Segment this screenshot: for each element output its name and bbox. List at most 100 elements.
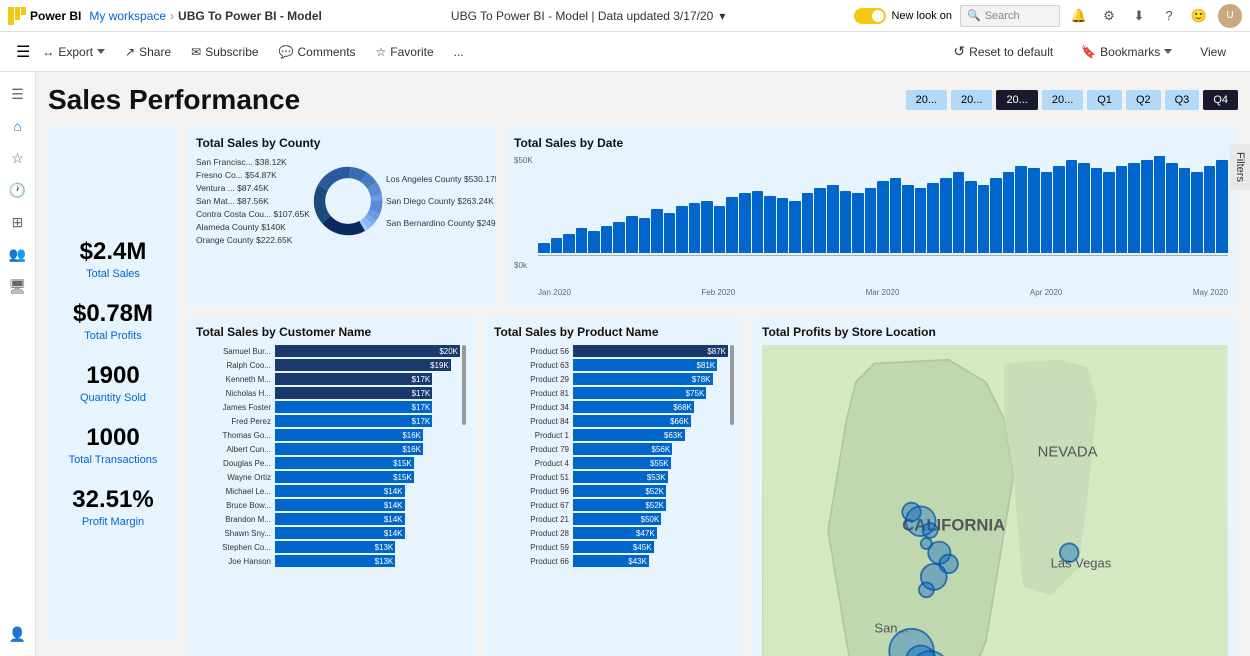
action-bar: ☰ ↔ Export ↗ Share ✉ Subscribe 💬 Comment… [0, 32, 1250, 72]
kpi-total-transactions: 1000 Total Transactions [60, 424, 166, 466]
hamburger-icon[interactable]: ☰ [16, 42, 30, 62]
app-name: Power BI [30, 9, 81, 23]
kpi-profit-margin: 32.51% Profit Margin [60, 486, 166, 528]
donut-labels-left: San Francisc... $38.12K Fresno Co... $54… [196, 157, 310, 245]
scrollbar[interactable] [462, 345, 466, 425]
view-button[interactable]: View [1192, 41, 1234, 63]
comments-button[interactable]: 💬 Comments [271, 41, 364, 63]
toggle-pill[interactable] [854, 8, 886, 24]
date-bar [551, 238, 563, 253]
sidebar-item-apps[interactable]: ⊞ [4, 208, 32, 236]
sidebar-item-menu[interactable]: ☰ [4, 80, 32, 108]
bookmark-icon: 🔖 [1081, 45, 1096, 59]
sidebar-item-shared[interactable]: 👥 [4, 240, 32, 268]
table-row: Product 56$87K [494, 345, 728, 357]
kpi-profit-margin-value: 32.51% [60, 486, 166, 514]
svg-text:Las Vegas: Las Vegas [1051, 556, 1112, 571]
donut-svg [310, 156, 386, 246]
view-label: View [1200, 45, 1226, 59]
table-row: Wayne Ortiz$15K [196, 471, 460, 483]
table-row: Product 1$63K [494, 429, 728, 441]
subscribe-label: Subscribe [205, 45, 258, 59]
feedback-icon[interactable]: 🙂 [1188, 5, 1210, 27]
kpi-quantity-sold: 1900 Quantity Sold [60, 362, 166, 404]
report-link[interactable]: UBG To Power BI - Model [178, 9, 322, 23]
table-row: Product 28$47K [494, 527, 728, 539]
table-row: Product 66$43K [494, 555, 728, 567]
sidebar-item-recent[interactable]: 🕐 [4, 176, 32, 204]
favorite-button[interactable]: ☆ Favorite [368, 41, 442, 63]
quarter-pill-q3[interactable]: Q3 [1165, 90, 1200, 110]
share-button[interactable]: ↗ Share [117, 41, 179, 63]
top-right-actions: New look on 🔍 Search 🔔 ⚙ ⬇ ? 🙂 U [854, 4, 1242, 28]
bookmarks-button[interactable]: 🔖 Bookmarks [1073, 41, 1180, 63]
workspace-link[interactable]: My workspace [89, 9, 166, 23]
table-row: Product 59$45K [494, 541, 728, 553]
date-bar [639, 218, 651, 253]
date-bar [1128, 163, 1140, 253]
county-sales-title: Total Sales by County [196, 136, 486, 150]
table-row: Michael Le...$14K [196, 485, 460, 497]
more-label: ... [454, 45, 464, 59]
hamburger-menu[interactable]: ☰ [16, 42, 30, 62]
filters-tab[interactable]: Filters [1230, 144, 1250, 190]
quarter-pill-q4[interactable]: Q4 [1203, 90, 1238, 110]
table-row: Product 84$66K [494, 415, 728, 427]
dashboard-title: Sales Performance [48, 84, 300, 116]
search-box[interactable]: 🔍 Search [960, 5, 1060, 27]
subscribe-button[interactable]: ✉ Subscribe [183, 41, 266, 63]
date-bar [613, 222, 625, 253]
kpi-column: $2.4M Total Sales $0.78M Total Profits 1… [48, 126, 178, 640]
date-sales-chart: Total Sales by Date $50K $0k Jan 2020 Fe… [504, 126, 1238, 307]
date-bar [601, 226, 613, 253]
date-bar [563, 234, 575, 253]
product-scrollbar[interactable] [730, 345, 734, 425]
date-bar [764, 196, 776, 253]
avatar[interactable]: U [1218, 4, 1242, 28]
charts-area: Total Sales by County San Francisc... $3… [186, 126, 1238, 640]
filter-pill-4[interactable]: 20... [1042, 90, 1083, 110]
sidebar-item-profile[interactable]: 👤 [4, 620, 32, 648]
settings-icon[interactable]: ⚙ [1098, 5, 1120, 27]
y-label-top: $50K [514, 156, 533, 165]
date-chart-inner: $50K $0k [514, 156, 1228, 286]
date-bar [814, 188, 826, 253]
download-icon[interactable]: ⬇ [1128, 5, 1150, 27]
date-bar [1003, 172, 1015, 253]
donut-labels-right: Los Angeles County $530.17K San Diego Co… [386, 174, 486, 228]
more-button[interactable]: ... [446, 41, 472, 63]
quarter-pill-q2[interactable]: Q2 [1126, 90, 1161, 110]
reset-button[interactable]: ↺ Reset to default [945, 39, 1061, 64]
axis-feb: Feb 2020 [701, 288, 735, 297]
search-icon: 🔍 [967, 9, 981, 22]
date-bar [714, 206, 726, 253]
notification-icon[interactable]: 🔔 [1068, 5, 1090, 27]
chevron-down-icon[interactable]: ▾ [719, 9, 725, 23]
table-row: Product 81$75K [494, 387, 728, 399]
date-bar [1116, 166, 1128, 253]
export-button[interactable]: ↔ Export [34, 41, 113, 63]
filter-pill-1[interactable]: 20... [906, 90, 947, 110]
table-row: Stephen Co...$13K [196, 541, 460, 553]
date-bar [1141, 160, 1153, 253]
product-bar-list: Product 56$87K Product 63$81K Product 29… [494, 345, 728, 656]
table-row: Joe Hanson$13K [196, 555, 460, 567]
date-bar [538, 243, 550, 253]
app-logo: Power BI [8, 7, 81, 25]
filter-pill-2[interactable]: 20... [951, 90, 992, 110]
filter-pill-3[interactable]: 20... [996, 90, 1037, 110]
kpi-total-sales-value: $2.4M [60, 238, 166, 266]
axis-mar: Mar 2020 [866, 288, 900, 297]
breadcrumb: My workspace › UBG To Power BI - Model [89, 9, 321, 23]
customer-chart-body: Samuel Bur...$20K Ralph Coo...$19K Kenne… [196, 345, 466, 656]
county-label-right-3: San Bernardino County $249.38K [386, 218, 486, 228]
date-bar [890, 178, 902, 253]
sidebar-item-home[interactable]: ⌂ [4, 112, 32, 140]
table-row: Nicholas H...$17K [196, 387, 460, 399]
quarter-pill-q1[interactable]: Q1 [1087, 90, 1122, 110]
table-row: Product 96$52K [494, 485, 728, 497]
new-look-toggle[interactable]: New look on [854, 8, 952, 24]
sidebar-item-favorites[interactable]: ☆ [4, 144, 32, 172]
help-icon[interactable]: ? [1158, 5, 1180, 27]
sidebar-item-workspaces[interactable]: 🖥 [4, 272, 32, 300]
